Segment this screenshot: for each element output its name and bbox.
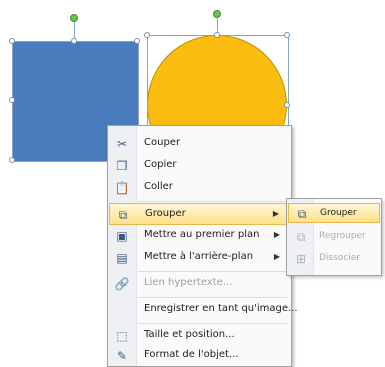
submenu-item-label: Grouper [320,208,357,218]
resize-handle-n[interactable] [71,38,77,44]
menu-item-copy[interactable]: ❐ Copier [109,155,290,177]
menu-item-label: Taille et position... [144,329,235,340]
resize-handle-w[interactable] [9,97,15,103]
resize-handle-e[interactable] [284,102,290,108]
rectangle-rotation-handle[interactable] [70,14,78,22]
menu-item-size-position[interactable]: ⬚ Taille et position... [109,325,290,347]
resize-handle-nw[interactable] [144,32,150,38]
group-submenu: ⧉ Grouper ⧉ Regrouper ⊞ Dissocier [286,198,382,276]
submenu-item-ungroup[interactable]: ⊞ Dissocier [288,249,380,269]
menu-item-label: Mettre à l'arrière-plan [144,251,254,262]
menu-item-label: Lien hypertexte... [144,277,233,288]
menu-item-label: Enregistrer en tant qu'image... [144,303,298,314]
menu-item-group[interactable]: ⧉ Grouper ▶ [109,203,290,225]
resize-handle-sw[interactable] [9,157,15,163]
submenu-item-label: Regrouper [319,231,366,241]
resize-handle-n[interactable] [214,32,220,38]
menu-separator [138,271,287,272]
menu-separator [138,297,287,298]
resize-handle-ne[interactable] [134,38,140,44]
group-icon: ⧉ [118,207,128,222]
menu-item-send-to-back[interactable]: ▤ Mettre à l'arrière-plan ▶ [109,247,290,269]
scissors-icon: ✂ [116,137,128,151]
hyperlink-icon: 🔗 [114,277,130,291]
menu-item-format-object[interactable]: ✎ Format de l'objet... [109,345,290,367]
menu-separator [138,201,287,202]
format-object-icon: ✎ [116,349,128,363]
copy-icon: ❐ [116,159,128,173]
resize-handle-nw[interactable] [9,38,15,44]
context-menu: ✂ Couper ❐ Copier 📋 Coller ⧉ Grouper ▶ ▣… [107,125,298,367]
menu-item-label: Mettre au premier plan [144,229,260,240]
menu-item-label: Coller [144,181,173,192]
ungroup-icon: ⊞ [295,252,307,266]
menu-item-label: Copier [144,159,177,170]
regroup-icon: ⧉ [296,229,306,244]
menu-item-hyperlink[interactable]: 🔗 Lien hypertexte... [109,273,290,295]
circle-rotation-handle[interactable] [213,10,221,18]
menu-item-label: Grouper [145,208,186,219]
size-position-icon: ⬚ [116,329,128,343]
resize-handle-ne[interactable] [284,32,290,38]
menu-item-paste[interactable]: 📋 Coller [109,177,290,199]
group-icon: ⧉ [297,206,307,221]
submenu-arrow-icon: ▶ [273,230,280,239]
submenu-item-group[interactable]: ⧉ Grouper [288,203,380,223]
submenu-arrow-icon: ▶ [272,209,279,218]
submenu-item-label: Dissocier [319,253,361,263]
bring-front-icon: ▣ [116,229,128,243]
submenu-item-regroup[interactable]: ⧉ Regrouper [288,227,380,247]
menu-item-label: Format de l'objet... [144,349,239,360]
menu-item-save-as-picture[interactable]: Enregistrer en tant qu'image... [109,299,298,321]
send-back-icon: ▤ [116,251,128,265]
menu-item-cut[interactable]: ✂ Couper [109,133,290,155]
paste-icon: 📋 [114,181,130,195]
menu-item-bring-to-front[interactable]: ▣ Mettre au premier plan ▶ [109,225,290,247]
menu-separator [138,323,287,324]
menu-item-label: Couper [144,137,181,148]
submenu-arrow-icon: ▶ [273,252,280,261]
